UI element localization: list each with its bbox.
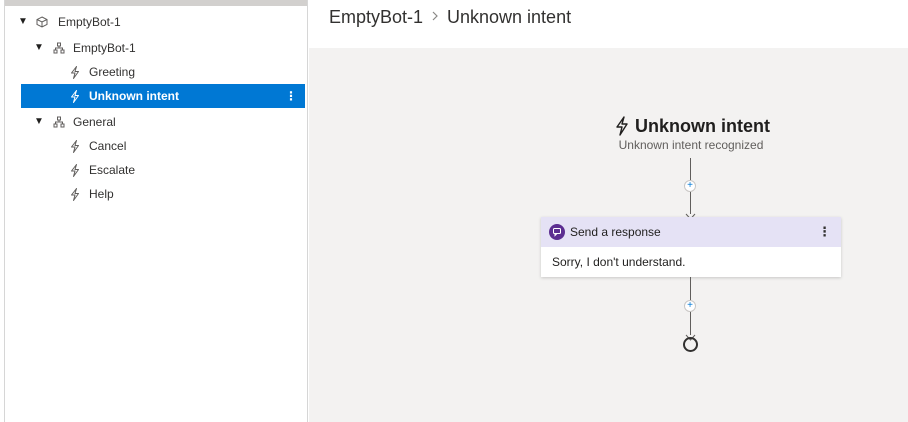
tree-dialog-general[interactable]: ▼ General [5, 110, 307, 134]
dialog-tree-icon [52, 36, 66, 60]
tree-root-emptybot[interactable]: ▼ EmptyBot-1 [5, 10, 307, 34]
lightning-icon [68, 158, 82, 182]
caret-down-icon[interactable]: ▼ [34, 110, 44, 134]
lightning-icon [68, 134, 82, 158]
tree-trigger-label: Escalate [89, 163, 136, 177]
tree-trigger-label: Cancel [89, 139, 127, 153]
caret-down-icon[interactable]: ▼ [34, 36, 44, 60]
tree-trigger-escalate[interactable]: Escalate [5, 158, 307, 182]
flow-end-node [683, 337, 698, 352]
breadcrumb-item-dialog[interactable]: EmptyBot-1 [329, 5, 423, 29]
card-title: Send a response [570, 225, 661, 239]
card-response-text: Sorry, I don't understand. [552, 255, 686, 269]
lightning-icon [68, 182, 82, 206]
lightning-icon [614, 116, 630, 136]
tree-trigger-unknown-intent[interactable]: Unknown intent ⋮ [21, 84, 305, 108]
tree-dialog-label: EmptyBot-1 [73, 41, 136, 55]
dialog-tree-icon [52, 110, 66, 134]
tree-trigger-label: Greeting [89, 65, 136, 79]
tree-trigger-cancel[interactable]: Cancel [5, 134, 307, 158]
tree-trigger-label: Help [89, 187, 114, 201]
tree-scroll-header [5, 0, 307, 6]
add-action-button[interactable]: + [684, 300, 696, 312]
trigger-node-title[interactable]: Unknown intent [614, 114, 770, 138]
tree-trigger-label: Unknown intent [89, 89, 179, 103]
project-tree: ▼ EmptyBot-1 ▼ EmptyBot-1 Greeting Unkno… [0, 0, 308, 422]
chat-bubble-icon [549, 224, 565, 240]
arrow-down-icon [685, 329, 696, 341]
breadcrumb: EmptyBot-1 Unknown intent [309, 0, 908, 48]
trigger-node-label: Unknown intent [635, 115, 770, 136]
send-response-card[interactable]: Send a response ⋮ Sorry, I don't underst… [541, 217, 841, 277]
cube-icon [35, 10, 49, 34]
trigger-node-subtitle: Unknown intent recognized [618, 138, 764, 152]
tree-trigger-greeting[interactable]: Greeting [5, 60, 307, 84]
tree-dialog-emptybot[interactable]: ▼ EmptyBot-1 [5, 36, 307, 60]
tree-trigger-help[interactable]: Help [5, 182, 307, 206]
lightning-icon [68, 84, 82, 108]
add-action-button[interactable]: + [684, 180, 696, 192]
tree-dialog-label: General [73, 115, 116, 129]
more-options-icon[interactable]: ⋮ [818, 217, 831, 247]
flow-canvas: Unknown intent Unknown intent recognized… [309, 48, 908, 422]
more-options-icon[interactable]: ⋮ [285, 84, 297, 108]
arrow-down-icon [685, 208, 696, 220]
chevron-right-icon [429, 7, 443, 25]
card-header: Send a response ⋮ [541, 217, 841, 247]
tree-root-label: EmptyBot-1 [58, 15, 121, 29]
lightning-icon [68, 60, 82, 84]
caret-down-icon[interactable]: ▼ [18, 10, 28, 34]
breadcrumb-item-trigger: Unknown intent [447, 7, 572, 27]
